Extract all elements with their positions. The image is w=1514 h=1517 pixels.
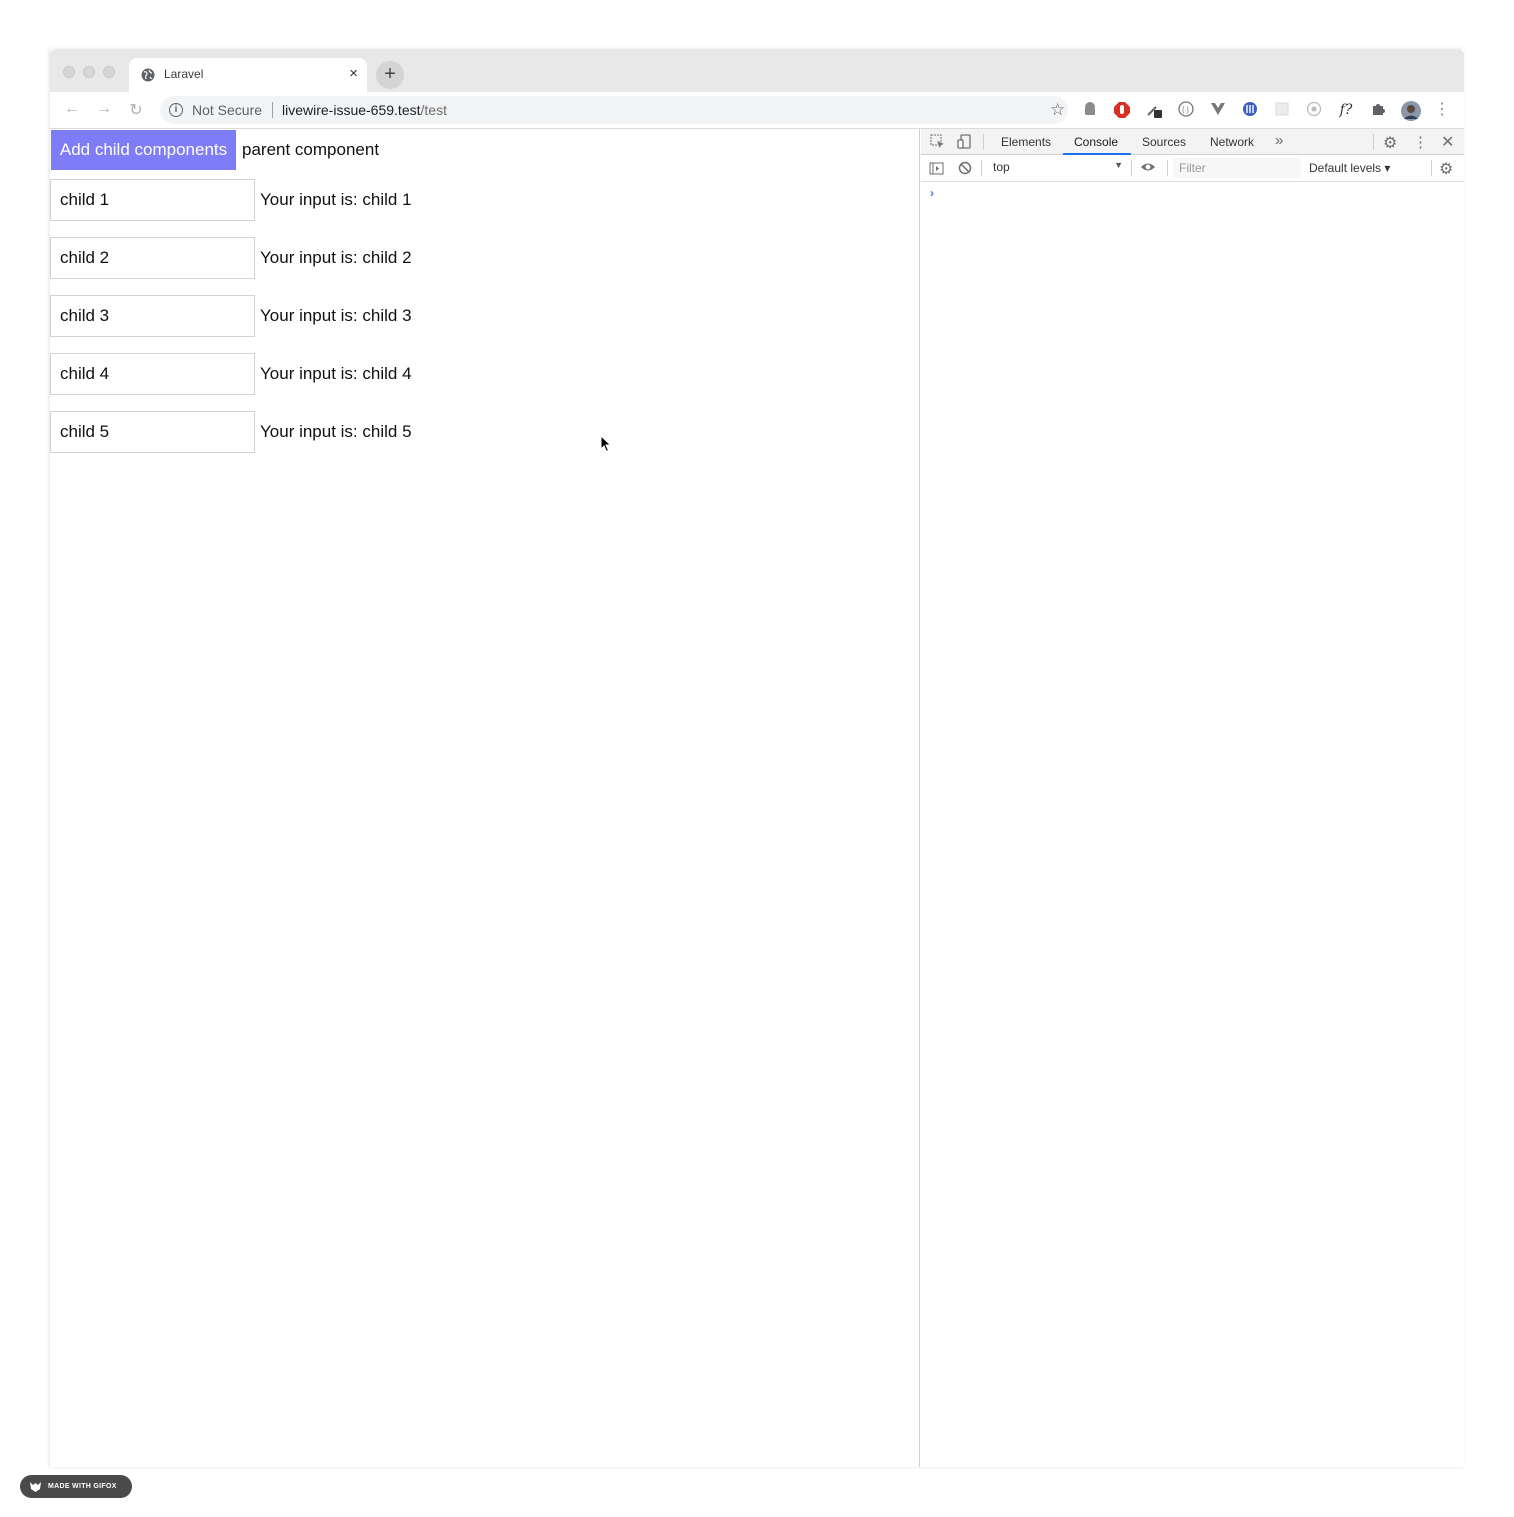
- zoom-window-light[interactable]: [103, 66, 115, 78]
- chevron-down-icon: ▼: [1114, 160, 1123, 170]
- minimize-window-light[interactable]: [83, 66, 95, 78]
- add-child-components-button[interactable]: Add child components: [51, 130, 236, 170]
- child-output: Your input is: child 1: [260, 190, 412, 209]
- browser-tab[interactable]: Laravel ×: [129, 58, 367, 92]
- child-output: Your input is: child 2: [260, 248, 412, 267]
- child-row: Your input is: child 1: [50, 179, 650, 221]
- adblock-icon[interactable]: [1113, 101, 1131, 119]
- live-expression-eye-icon[interactable]: [1140, 160, 1156, 177]
- bookmark-star-icon[interactable]: ☆: [1050, 100, 1065, 120]
- close-devtools-icon[interactable]: ✕: [1441, 132, 1454, 152]
- devtools-separator: [1373, 134, 1374, 150]
- child-input[interactable]: [50, 237, 255, 279]
- security-label[interactable]: Not Secure: [192, 102, 262, 118]
- profile-avatar[interactable]: [1401, 101, 1421, 121]
- tab-network[interactable]: Network: [1210, 135, 1254, 149]
- child-output: Your input is: child 5: [260, 422, 412, 441]
- console-prompt-icon[interactable]: ›: [930, 186, 934, 200]
- child-input[interactable]: [50, 179, 255, 221]
- device-toolbar-icon[interactable]: [957, 134, 972, 152]
- console-filter-input[interactable]: Filter: [1173, 158, 1301, 178]
- console-settings-icon[interactable]: ⚙: [1439, 159, 1453, 179]
- tab-elements[interactable]: Elements: [1001, 135, 1051, 149]
- address-bar[interactable]: i Not Secure livewire-issue-659.test/tes…: [160, 96, 1068, 124]
- gifox-logo-icon: [30, 1482, 41, 1492]
- context-value: top: [993, 160, 1010, 174]
- show-sidebar-icon[interactable]: [929, 161, 944, 179]
- log-levels-dropdown[interactable]: Default levels ▾: [1309, 161, 1390, 175]
- globe-icon: [141, 68, 155, 82]
- android-icon[interactable]: [1081, 101, 1099, 119]
- tab-strip: Laravel × +: [50, 49, 1464, 92]
- console-separator: [981, 160, 982, 176]
- address-separator: [272, 102, 273, 118]
- blank-extension-icon[interactable]: [1273, 101, 1291, 119]
- browser-window: Laravel × + ← → ↻ i Not Secure livewire-…: [50, 49, 1464, 1467]
- close-tab-icon[interactable]: ×: [349, 65, 358, 82]
- console-toolbar: top ▼ Filter Default levels ▾ ⚙: [921, 155, 1464, 182]
- puzzle-icon[interactable]: [1369, 101, 1387, 119]
- inspect-element-icon[interactable]: [930, 134, 945, 152]
- child-row: Your input is: child 5: [50, 411, 650, 453]
- child-input[interactable]: [50, 353, 255, 395]
- mouse-cursor-icon: [600, 435, 612, 453]
- watermark-text: MADE WITH GIFOX: [48, 1483, 117, 1490]
- devtools-tab-bar: Elements Console Sources Network » ⚙ ⋮ ✕: [921, 129, 1464, 155]
- child-input[interactable]: [50, 295, 255, 337]
- svg-text:{·}: {·}: [1182, 107, 1190, 114]
- more-menu-icon[interactable]: ⋮: [1433, 101, 1451, 119]
- info-icon[interactable]: i: [169, 103, 183, 117]
- parent-component-label: parent component: [242, 140, 380, 159]
- devtools-menu-icon[interactable]: ⋮: [1413, 133, 1428, 151]
- child-row: Your input is: child 3: [50, 295, 650, 337]
- json-viewer-icon[interactable]: {·}: [1177, 101, 1195, 119]
- color-picker-icon[interactable]: [1305, 101, 1323, 119]
- url-text[interactable]: livewire-issue-659.test/test: [282, 102, 447, 118]
- tab-sources[interactable]: Sources: [1142, 135, 1186, 149]
- context-select[interactable]: top ▼: [993, 160, 1123, 177]
- back-icon[interactable]: ←: [62, 100, 82, 118]
- child-input[interactable]: [50, 411, 255, 453]
- forward-icon[interactable]: →: [94, 100, 114, 118]
- child-row: Your input is: child 2: [50, 237, 650, 279]
- eyedropper-icon[interactable]: [1145, 101, 1163, 119]
- console-separator: [1431, 160, 1432, 176]
- wappalyzer-icon[interactable]: [1241, 101, 1259, 119]
- url-path: /test: [420, 102, 447, 118]
- close-window-light[interactable]: [63, 66, 75, 78]
- browser-toolbar: ← → ↻ i Not Secure livewire-issue-659.te…: [50, 92, 1464, 129]
- tab-console[interactable]: Console: [1074, 135, 1118, 149]
- vue-devtools-icon[interactable]: [1209, 101, 1227, 119]
- more-tabs-icon[interactable]: »: [1275, 132, 1283, 149]
- devtools-settings-icon[interactable]: ⚙: [1383, 133, 1397, 153]
- tab-title: Laravel: [164, 67, 204, 81]
- fontface-ninja-icon[interactable]: f?: [1337, 101, 1355, 119]
- devtools-panel: Elements Console Sources Network » ⚙ ⋮ ✕…: [921, 129, 1464, 1467]
- child-output: Your input is: child 3: [260, 306, 412, 325]
- reload-icon[interactable]: ↻: [126, 100, 146, 120]
- devtools-separator: [983, 134, 984, 150]
- page-viewport: Add child components parent component Yo…: [50, 129, 920, 1467]
- child-output: Your input is: child 4: [260, 364, 412, 383]
- clear-console-icon[interactable]: [958, 161, 972, 178]
- console-separator: [1167, 160, 1168, 176]
- url-host: livewire-issue-659.test: [282, 102, 421, 118]
- gifox-watermark: MADE WITH GIFOX: [20, 1475, 132, 1498]
- new-tab-button[interactable]: +: [376, 61, 404, 89]
- child-row: Your input is: child 4: [50, 353, 650, 395]
- console-separator: [1131, 160, 1132, 176]
